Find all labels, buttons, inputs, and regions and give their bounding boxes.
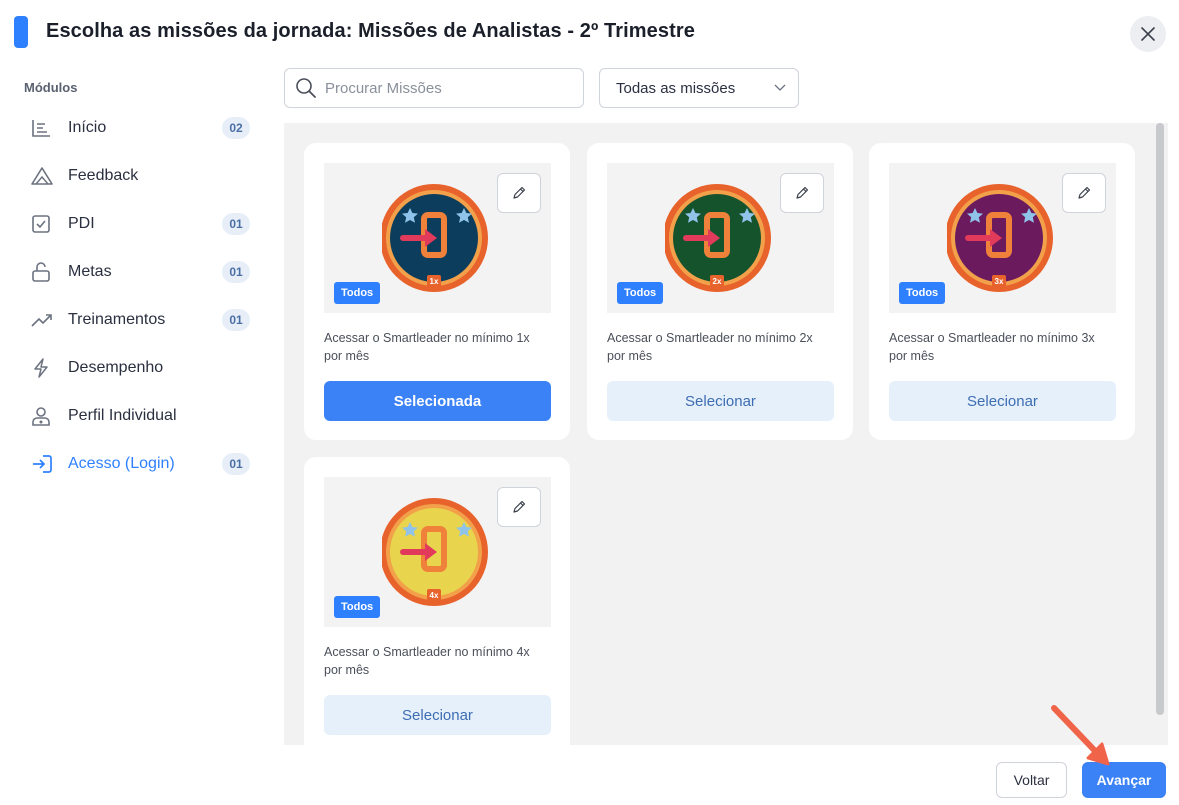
scrollbar-thumb[interactable]	[1156, 123, 1164, 715]
pencil-icon	[796, 186, 809, 199]
mission-card: 4x Todos Acessar o Smartleader no mínimo…	[304, 457, 570, 745]
medal-multiplier: 2x	[713, 277, 722, 286]
pencil-icon	[1078, 186, 1091, 199]
user-profile-icon	[30, 404, 58, 428]
sidebar-item-acesso-login[interactable]: Acesso (Login) 01	[30, 444, 254, 484]
annotation-arrow-icon	[1051, 705, 1110, 766]
lightning-icon	[30, 356, 58, 380]
search-box[interactable]	[284, 68, 584, 108]
search-icon	[296, 78, 316, 98]
missions-grid: 1x Todos Acessar o Smartleader no mínimo…	[284, 123, 1168, 745]
medal-multiplier: 3x	[995, 277, 1004, 286]
sidebar-item-treinamentos[interactable]: Treinamentos 01	[30, 300, 254, 340]
sidebar-item-label: Metas	[68, 263, 112, 280]
mission-card: 3x Todos Acessar o Smartleader no mínimo…	[869, 143, 1135, 440]
login-medal-icon: 3x	[947, 184, 1053, 292]
sidebar-item-label: Acesso (Login)	[68, 455, 175, 472]
chevron-down-icon	[774, 84, 786, 91]
count-badge: 01	[222, 213, 250, 235]
modal-header: Escolha as missões da jornada: Missões d…	[0, 0, 1179, 64]
title-accent-bar	[14, 16, 28, 48]
count-badge: 01	[222, 309, 250, 331]
select-mission-button[interactable]: Selecionar	[324, 695, 551, 735]
pencil-icon	[513, 186, 526, 199]
login-medal-icon: 1x	[382, 184, 488, 292]
mission-image: 2x Todos	[607, 163, 834, 313]
selected-mission-button[interactable]: Selecionada	[324, 381, 551, 421]
sidebar-item-desempenho[interactable]: Desempenho	[30, 348, 254, 388]
select-mission-button[interactable]: Selecionar	[889, 381, 1116, 421]
medal-multiplier: 1x	[430, 277, 439, 286]
mission-card: 1x Todos Acessar o Smartleader no mínimo…	[304, 143, 570, 440]
mission-image: 3x Todos	[889, 163, 1116, 313]
mission-description: Acessar o Smartleader no mínimo 4x por m…	[324, 645, 530, 677]
unlock-icon	[30, 260, 58, 284]
mission-selection-modal: Escolha as missões da jornada: Missões d…	[0, 0, 1179, 805]
search-input[interactable]	[325, 79, 565, 97]
login-medal-icon: 2x	[665, 184, 771, 292]
count-badge: 01	[222, 453, 250, 475]
edit-mission-button[interactable]	[497, 173, 541, 213]
count-badge: 02	[222, 117, 250, 139]
sidebar-item-label: Treinamentos	[68, 311, 166, 328]
mission-filter-select[interactable]: Todas as missões	[599, 68, 799, 108]
sidebar-item-label: PDI	[68, 215, 95, 232]
sidebar-item-perfil-individual[interactable]: Perfil Individual	[30, 396, 254, 436]
mission-image: 4x Todos	[324, 477, 551, 627]
sidebar-heading: Módulos	[24, 80, 78, 95]
sidebar-item-label: Perfil Individual	[68, 407, 177, 424]
mission-description: Acessar o Smartleader no mínimo 3x por m…	[889, 331, 1095, 363]
sidebar-item-inicio[interactable]: Início 02	[30, 108, 254, 148]
sidebar-item-label: Feedback	[68, 167, 139, 184]
mission-description: Acessar o Smartleader no mínimo 2x por m…	[607, 331, 813, 363]
mission-image: 1x Todos	[324, 163, 551, 313]
count-badge: 01	[222, 261, 250, 283]
modules-sidebar: Módulos Início 02 Feedback PDI 01 Metas …	[0, 64, 270, 764]
login-medal-icon: 4x	[382, 498, 488, 606]
filter-selected-value: Todas as missões	[616, 79, 736, 97]
sidebar-item-pdi[interactable]: PDI 01	[30, 204, 254, 244]
sidebar-item-label: Início	[68, 119, 107, 136]
edit-mission-button[interactable]	[780, 173, 824, 213]
trending-up-icon	[30, 308, 58, 332]
login-icon	[30, 452, 58, 476]
sidebar-item-feedback[interactable]: Feedback	[30, 156, 254, 196]
select-mission-button[interactable]: Selecionar	[607, 381, 834, 421]
audience-tag: Todos	[334, 282, 381, 304]
edit-mission-button[interactable]	[1062, 173, 1106, 213]
modal-title: Escolha as missões da jornada: Missões d…	[46, 20, 695, 42]
sidebar-item-label: Desempenho	[68, 359, 164, 376]
vertical-scrollbar[interactable]	[1155, 123, 1165, 745]
chart-bars-icon	[30, 116, 58, 140]
medal-multiplier: 4x	[430, 591, 439, 600]
mission-description: Acessar o Smartleader no mínimo 1x por m…	[324, 331, 530, 363]
triangle-icon	[30, 164, 58, 188]
audience-tag: Todos	[617, 282, 664, 304]
close-button[interactable]	[1130, 16, 1166, 52]
sidebar-item-metas[interactable]: Metas 01	[30, 252, 254, 292]
edit-mission-button[interactable]	[497, 487, 541, 527]
audience-tag: Todos	[899, 282, 946, 304]
mission-card: 2x Todos Acessar o Smartleader no mínimo…	[587, 143, 853, 440]
pencil-icon	[513, 500, 526, 513]
checkbox-icon	[30, 212, 58, 236]
audience-tag: Todos	[334, 596, 381, 618]
close-icon	[1141, 27, 1155, 41]
